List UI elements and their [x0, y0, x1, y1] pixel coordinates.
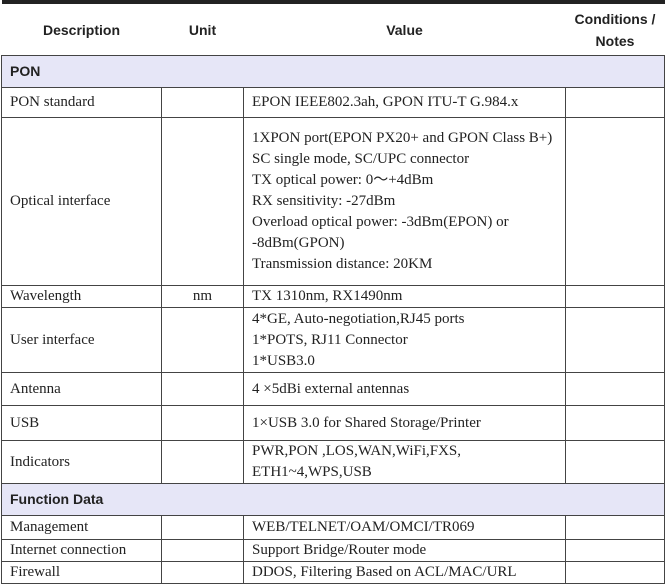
unit-cell — [161, 561, 244, 584]
notes-cell — [565, 285, 665, 308]
table-row: Internet connection Support Bridge/Router… — [1, 539, 665, 562]
table-row: PON standard EPON IEEE802.3ah, GPON ITU-T… — [1, 87, 665, 118]
notes-cell — [565, 539, 665, 562]
value-cell: WEB/TELNET/OAM/OMCI/TR069 — [243, 515, 566, 540]
value-line: 1*USB3.0 — [252, 352, 315, 369]
description-cell: PON standard — [1, 87, 162, 118]
value-line: 1XPON port(EPON PX20+ and GPON Class B+) — [252, 130, 553, 146]
header-notes-line1: Conditions / — [574, 10, 656, 27]
notes-cell — [565, 515, 665, 540]
table-row: Firewall DDOS, Filtering Based on ACL/MAC… — [1, 561, 665, 584]
value-cell: 1XPON port(EPON PX20+ and GPON Class B+)… — [243, 117, 566, 286]
table-row: USB 1×USB 3.0 for Shared Storage/Printer — [1, 405, 665, 441]
section-title: PON — [1, 55, 665, 88]
table-row: Optical interface 1XPON port(EPON PX20+ a… — [1, 117, 665, 286]
header-notes-line2: Notes — [595, 32, 635, 49]
table-row: User interface 4*GE, Auto-negotiation,RJ4… — [1, 307, 665, 373]
value-cell: Support Bridge/Router mode — [243, 539, 566, 562]
header-unit: Unit — [161, 0, 244, 56]
notes-cell — [565, 307, 665, 373]
value-cell: PWR,PON ,LOS,WAN,WiFi,FXS, ETH1~4,WPS,US… — [243, 440, 566, 484]
header-description: Description — [1, 0, 162, 56]
unit-cell — [161, 372, 244, 406]
value-line: RX sensitivity: -27dBm — [252, 193, 396, 209]
description-cell: Antenna — [1, 372, 162, 406]
value-line: 4*GE, Auto-negotiation,RJ45 ports — [252, 310, 465, 327]
value-line: TX 1310nm, RX1490nm — [252, 288, 403, 304]
table-row: Indicators PWR,PON ,LOS,WAN,WiFi,FXS, ETH… — [1, 440, 665, 484]
description-cell: Internet connection — [1, 539, 162, 562]
value-cell: DDOS, Filtering Based on ACL/MAC/URL — [243, 561, 566, 584]
table-row: Wavelength nm TX 1310nm, RX1490nm — [1, 285, 665, 308]
notes-cell — [565, 87, 665, 118]
description-cell: Wavelength — [1, 285, 162, 308]
value-cell: 1×USB 3.0 for Shared Storage/Printer — [243, 405, 566, 441]
notes-cell — [565, 117, 665, 286]
value-line: PWR,PON ,LOS,WAN,WiFi,FXS, ETH1~4,WPS,US… — [252, 443, 462, 480]
header-notes: Conditions / Notes — [565, 0, 665, 56]
value-cell: TX 1310nm, RX1490nm — [243, 285, 566, 308]
section-row: PON — [1, 55, 665, 88]
value-line: EPON IEEE802.3ah, GPON ITU-T G.984.x — [252, 94, 519, 110]
value-line: DDOS, Filtering Based on ACL/MAC/URL — [252, 564, 517, 580]
unit-cell — [161, 440, 244, 484]
table-row: Management WEB/TELNET/OAM/OMCI/TR069 — [1, 515, 665, 540]
value-line: 1×USB 3.0 for Shared Storage/Printer — [252, 414, 481, 431]
description-cell: USB — [1, 405, 162, 441]
spec-table: Description Unit Value Conditions / Notes… — [1, 0, 665, 584]
value-line: TX optical power: 0～+4dBm — [252, 172, 434, 188]
section-row: Function Data — [1, 483, 665, 516]
value-line: 1*POTS, RJ11 Connector — [252, 331, 408, 348]
description-cell: Firewall — [1, 561, 162, 584]
unit-cell — [161, 87, 244, 118]
notes-cell — [565, 372, 665, 406]
description-cell: Indicators — [1, 440, 162, 484]
unit-cell: nm — [161, 285, 244, 308]
value-line: 4 ×5dBi external antennas — [252, 380, 410, 397]
description-cell: User interface — [1, 307, 162, 373]
value-line: Transmission distance: 20KM — [252, 256, 433, 272]
table-row: Antenna 4 ×5dBi external antennas — [1, 372, 665, 406]
section-title: Function Data — [1, 483, 665, 516]
value-line: Support Bridge/Router mode — [252, 542, 427, 558]
notes-cell — [565, 440, 665, 484]
value-line: SC single mode, SC/UPC connector — [252, 151, 470, 167]
description-cell: Optical interface — [1, 117, 162, 286]
value-cell: EPON IEEE802.3ah, GPON ITU-T G.984.x — [243, 87, 566, 118]
notes-cell — [565, 561, 665, 584]
unit-cell — [161, 515, 244, 540]
description-cell: Management — [1, 515, 162, 540]
unit-cell — [161, 307, 244, 373]
value-line: Overload optical power: -3dBm(EPON) or -… — [252, 214, 509, 251]
header-row: Description Unit Value Conditions / Notes — [1, 0, 665, 56]
value-line: WEB/TELNET/OAM/OMCI/TR069 — [252, 519, 475, 535]
unit-cell — [161, 539, 244, 562]
unit-cell — [161, 405, 244, 441]
header-value: Value — [243, 0, 566, 56]
notes-cell — [565, 405, 665, 441]
unit-cell — [161, 117, 244, 286]
value-cell: 4 ×5dBi external antennas — [243, 372, 566, 406]
value-cell: 4*GE, Auto-negotiation,RJ45 ports 1*POTS,… — [243, 307, 566, 373]
